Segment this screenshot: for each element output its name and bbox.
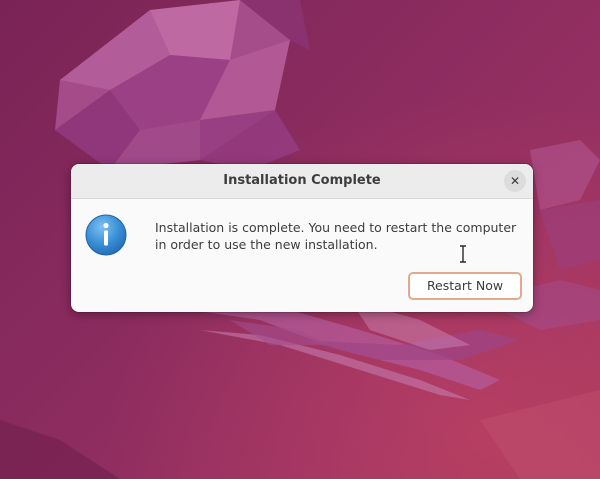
- close-icon: ✕: [509, 174, 521, 188]
- dialog-titlebar[interactable]: Installation Complete ✕: [71, 164, 533, 199]
- restart-now-button[interactable]: Restart Now: [408, 272, 522, 300]
- info-icon: [85, 214, 127, 256]
- text-cursor-icon: [460, 245, 466, 263]
- installation-complete-dialog: Installation Complete ✕ Installation is …: [71, 164, 533, 312]
- dialog-title: Installation Complete: [223, 173, 381, 188]
- close-button[interactable]: ✕: [504, 170, 526, 192]
- dialog-message: Installation is complete. You need to re…: [155, 220, 517, 252]
